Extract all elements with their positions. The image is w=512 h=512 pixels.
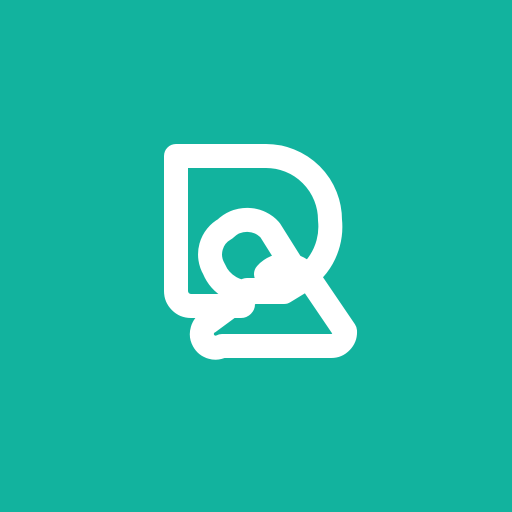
r-logo-icon — [164, 144, 357, 360]
r-logo-loop — [198, 207, 314, 305]
app-icon-tile — [0, 0, 512, 512]
